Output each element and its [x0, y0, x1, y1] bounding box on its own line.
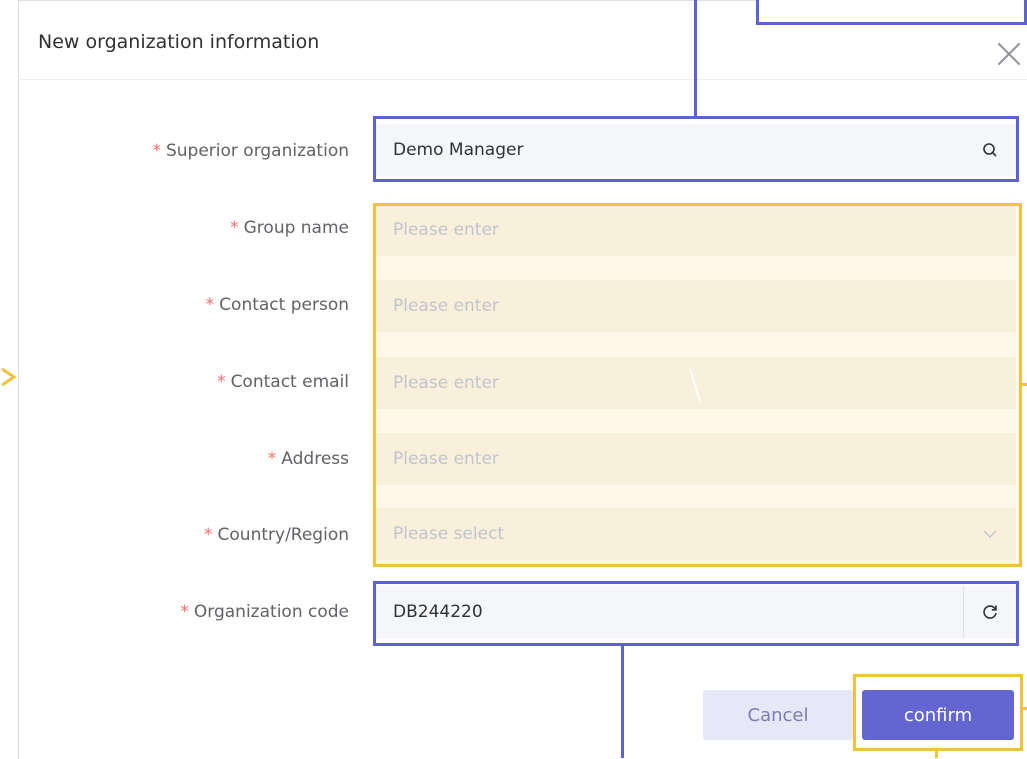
required-mark: *: [180, 602, 189, 622]
highlight-required-fields: [373, 203, 1022, 567]
label-contact-email: * Contact email: [217, 372, 349, 392]
annotation-connector-right: [1021, 383, 1027, 386]
highlight-confirm: [853, 674, 1023, 751]
annotation-connector-confirm-right: [1021, 707, 1027, 710]
annotation-connector-confirm: [935, 751, 938, 758]
label-address: * Address: [267, 449, 349, 469]
required-mark: *: [204, 525, 213, 545]
label-country-region: * Country/Region: [204, 525, 349, 545]
required-mark: *: [267, 449, 277, 469]
required-mark: *: [230, 218, 239, 238]
annotation-top-box: [756, 0, 1027, 25]
dialog-title: New organization information: [38, 31, 320, 53]
label-group-name: * Group name: [230, 218, 349, 238]
highlight-organization-code: [373, 581, 1019, 646]
highlight-superior-organization: [373, 116, 1019, 182]
label-organization-code: * Organization code: [180, 602, 349, 622]
required-mark: *: [217, 372, 226, 392]
required-mark: *: [152, 141, 161, 161]
label-contact-person: * Contact person: [205, 295, 349, 315]
label-superior-organization: * Superior organization: [152, 141, 349, 161]
annotation-left-arrow: [0, 366, 20, 388]
required-mark: *: [205, 295, 215, 315]
annotation-connector-top: [694, 0, 697, 118]
annotation-connector-bottom: [621, 646, 624, 758]
close-icon[interactable]: [996, 41, 1022, 67]
cancel-button[interactable]: Cancel: [703, 690, 853, 740]
